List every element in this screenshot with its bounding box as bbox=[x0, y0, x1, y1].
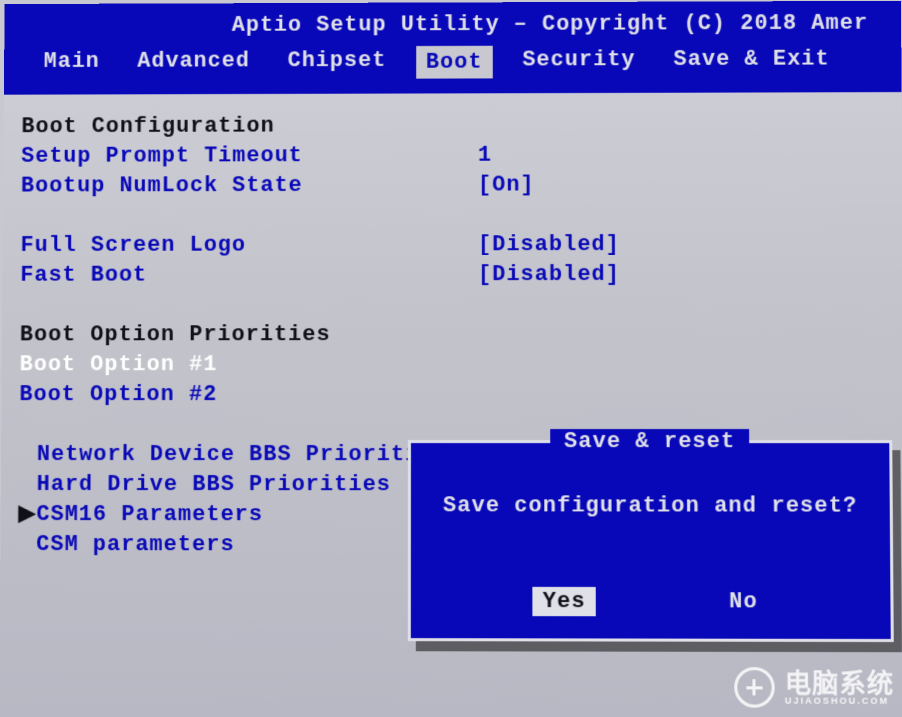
boot-option-1[interactable]: Boot Option #1 bbox=[20, 350, 478, 380]
header-title: Aptio Setup Utility – Copyright (C) 2018… bbox=[4, 9, 901, 42]
dialog-message: Save configuration and reset? bbox=[411, 443, 890, 519]
bootup-numlock-value[interactable]: [On] bbox=[478, 171, 535, 201]
submenu-label: CSM16 Parameters bbox=[36, 502, 263, 527]
submenu-label: Hard Drive BBS Priorities bbox=[37, 472, 391, 497]
tab-security[interactable]: Security bbox=[514, 45, 643, 74]
submenu-label: CSM parameters bbox=[36, 532, 235, 557]
full-screen-logo-label[interactable]: Full Screen Logo bbox=[20, 230, 478, 261]
save-reset-dialog: Save & reset Save configuration and rese… bbox=[408, 440, 894, 642]
setup-prompt-timeout-value[interactable]: 1 bbox=[478, 141, 492, 171]
watermark: 电脑系统 UJIAOSHOU.COM bbox=[734, 667, 894, 708]
tab-bar: Main Advanced Chipset Boot Security Save & Ex… bbox=[4, 38, 901, 79]
watermark-main: 电脑系统 bbox=[785, 670, 895, 697]
fast-boot-label[interactable]: Fast Boot bbox=[20, 260, 478, 290]
tab-advanced[interactable]: Advanced bbox=[129, 47, 257, 76]
bootup-numlock-label[interactable]: Bootup NumLock State bbox=[21, 171, 478, 202]
watermark-logo-icon bbox=[734, 667, 775, 708]
dialog-yes-button[interactable]: Yes bbox=[533, 587, 596, 616]
dialog-no-button[interactable]: No bbox=[719, 587, 768, 616]
setup-prompt-timeout-label[interactable]: Setup Prompt Timeout bbox=[21, 141, 478, 172]
full-screen-logo-value[interactable]: [Disabled] bbox=[478, 230, 620, 260]
submenu-label: Network Device BBS Priorities bbox=[37, 442, 448, 467]
dialog-title: Save & reset bbox=[550, 429, 749, 454]
tab-main[interactable]: Main bbox=[36, 47, 108, 76]
triangle-right-icon: ▶ bbox=[18, 500, 36, 530]
tab-boot[interactable]: Boot bbox=[416, 46, 492, 79]
boot-option-2[interactable]: Boot Option #2 bbox=[19, 380, 478, 410]
fast-boot-value[interactable]: [Disabled] bbox=[478, 260, 620, 290]
tab-chipset[interactable]: Chipset bbox=[280, 46, 395, 75]
tab-save-exit[interactable]: Save & Exit bbox=[665, 45, 837, 74]
bios-header: Aptio Setup Utility – Copyright (C) 2018… bbox=[4, 1, 902, 95]
section-boot-configuration: Boot Configuration bbox=[21, 111, 478, 142]
section-boot-priorities: Boot Option Priorities bbox=[20, 320, 478, 350]
watermark-sub: UJIAOSHOU.COM bbox=[785, 696, 894, 705]
